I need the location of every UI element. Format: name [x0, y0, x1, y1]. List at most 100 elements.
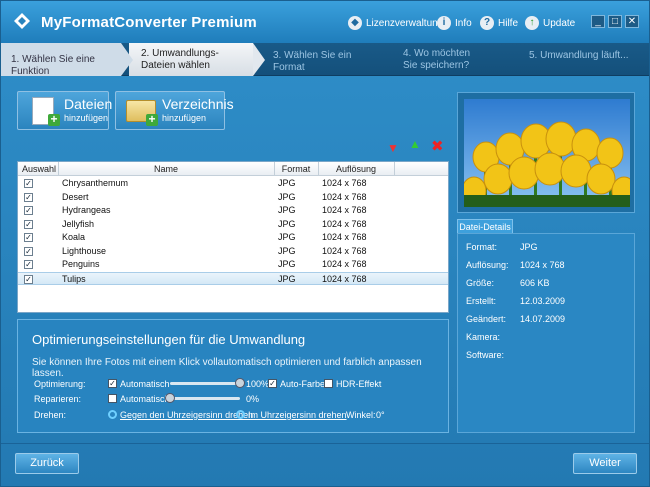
row-resolution: 1024 x 768: [322, 178, 367, 188]
add-files-button[interactable]: + Dateien hinzufügen: [17, 91, 113, 130]
table-row[interactable]: ✓ Koala JPG 1024 x 768: [18, 231, 448, 244]
footer-divider: [1, 443, 649, 444]
rotate-ccw-link[interactable]: Gegen den Uhrzeigersinn drehen: [120, 410, 253, 420]
repair-label: Reparieren:: [34, 394, 82, 404]
row-checkbox[interactable]: ✓: [24, 219, 33, 229]
license-label: Lizenzverwaltung: [366, 17, 444, 29]
repair-auto-checkbox[interactable]: [108, 394, 117, 403]
row-checkbox[interactable]: ✓: [24, 260, 33, 269]
wizard-steps: 1. Wählen Sie eine Funktion 2. Umwandlun…: [1, 43, 649, 77]
key-icon: ◆: [348, 16, 362, 30]
optimize-label: Optimierung:: [34, 379, 86, 389]
header-select[interactable]: Auswahl: [22, 164, 56, 174]
repair-slider-knob[interactable]: [165, 393, 175, 403]
table-row[interactable]: ✓ Tulips JPG 1024 x 768: [18, 271, 448, 285]
row-resolution: 1024 x 768: [322, 191, 367, 202]
optimize-value: 100%: [246, 379, 270, 389]
step-2[interactable]: 2. Umwandlungs-Dateien wählen: [129, 43, 265, 76]
header-name[interactable]: Name: [58, 164, 274, 174]
update-link[interactable]: ↑ Update: [525, 16, 575, 30]
step-3[interactable]: 3. Wählen Sie ein Format: [263, 43, 383, 76]
row-checkbox[interactable]: ✓: [24, 274, 33, 284]
detail-key: Kamera:: [466, 332, 501, 342]
preview-frame: [457, 92, 635, 213]
step-4[interactable]: 4. Wo möchten Sie speichern?: [393, 43, 503, 76]
repair-auto-label: Automatisch: [120, 394, 170, 404]
row-checkbox[interactable]: ✓: [24, 246, 33, 256]
row-resolution: 1024 x 768: [322, 259, 367, 269]
add-folder-button[interactable]: + Verzeichnis hinzufügen: [115, 91, 234, 130]
detail-value: 14.07.2009: [520, 314, 566, 324]
table-header: Auswahl Name Format Auflösung: [18, 162, 448, 176]
row-name: Penguins: [62, 259, 100, 269]
add-files-label: Dateien: [64, 96, 113, 112]
help-link[interactable]: ? Hilfe: [480, 16, 518, 30]
step-label: 1. Wählen Sie eine Funktion: [11, 54, 95, 77]
repair-slider[interactable]: [170, 397, 240, 400]
row-name: Jellyfish: [62, 218, 95, 229]
close-button[interactable]: ✕: [625, 15, 639, 28]
header-resolution[interactable]: Auflösung: [318, 164, 394, 174]
detail-key: Geändert:: [466, 314, 507, 324]
info-link[interactable]: i Info: [437, 16, 472, 30]
detail-key: Erstellt:: [466, 296, 497, 306]
row-checkbox[interactable]: ✓: [24, 233, 33, 242]
hdr-checkbox[interactable]: [324, 379, 333, 388]
minimize-button[interactable]: _: [591, 15, 605, 28]
add-folder-label: Verzeichnis: [162, 96, 234, 112]
row-resolution: 1024 x 768: [322, 232, 367, 242]
optimize-auto-label: Automatisch: [120, 379, 170, 389]
optimization-panel: Optimierungseinstellungen für die Umwand…: [17, 319, 449, 433]
next-button[interactable]: Weiter: [573, 453, 637, 474]
row-name: Koala: [62, 232, 86, 242]
move-up-icon[interactable]: ▲: [409, 137, 421, 151]
delete-icon[interactable]: ✖: [431, 137, 444, 155]
maximize-button[interactable]: □: [608, 15, 622, 28]
optimize-slider[interactable]: [170, 382, 240, 385]
table-row[interactable]: ✓ Hydrangeas JPG 1024 x 768: [18, 204, 448, 217]
step-1[interactable]: 1. Wählen Sie eine Funktion: [1, 43, 133, 77]
table-row[interactable]: ✓ Penguins JPG 1024 x 768: [18, 258, 448, 271]
rotate-cw-link[interactable]: Im Uhrzeigersinn drehen: [248, 410, 347, 420]
window-controls: _ □ ✕: [591, 15, 639, 28]
step-5[interactable]: 5. Umwandlung läuft...: [519, 43, 643, 76]
optimize-auto-checkbox[interactable]: ✓: [108, 379, 117, 388]
row-name: Desert: [62, 191, 89, 202]
row-format: JPG: [278, 205, 296, 215]
angle-value: 0°: [376, 410, 385, 420]
detail-value: 606 KB: [520, 278, 550, 288]
move-down-icon[interactable]: ▼: [387, 141, 399, 155]
optimization-description: Sie können Ihre Fotos mit einem Klick vo…: [32, 357, 422, 379]
details-panel: Format: JPG Auflösung: 1024 x 768 Größe: 606 …: [457, 233, 635, 433]
row-name: Lighthouse: [62, 245, 107, 256]
back-button[interactable]: Zurück: [15, 453, 79, 474]
row-resolution: 1024 x 768: [322, 218, 367, 229]
license-link[interactable]: ◆ Lizenzverwaltung: [348, 16, 443, 30]
hdr-label: HDR-Effekt: [336, 379, 382, 389]
table-row[interactable]: ✓ Chrysanthemum JPG 1024 x 768: [18, 177, 448, 190]
auto-color-label: Auto-Farbe: [280, 379, 326, 389]
step-label: 4. Wo möchten Sie speichern?: [403, 48, 471, 71]
table-row[interactable]: ✓ Desert JPG 1024 x 768: [18, 191, 448, 204]
row-format: JPG: [278, 245, 296, 256]
details-tab[interactable]: Datei-Details: [457, 219, 513, 233]
row-format: JPG: [278, 178, 296, 188]
auto-color-checkbox[interactable]: ✓: [268, 379, 277, 388]
row-format: JPG: [278, 218, 296, 229]
table-row[interactable]: ✓ Jellyfish JPG 1024 x 768: [18, 218, 448, 231]
row-name: Chrysanthemum: [62, 178, 129, 188]
row-checkbox[interactable]: ✓: [24, 179, 33, 188]
info-label: Info: [455, 17, 472, 29]
rotate-cw-icon: [236, 410, 245, 419]
header-format[interactable]: Format: [274, 164, 318, 174]
row-format: JPG: [278, 232, 296, 242]
detail-key: Auflösung:: [466, 260, 509, 270]
row-resolution: 1024 x 768: [322, 205, 367, 215]
table-row[interactable]: ✓ Lighthouse JPG 1024 x 768: [18, 245, 448, 258]
row-resolution: 1024 x 768: [322, 273, 367, 284]
row-checkbox[interactable]: ✓: [24, 206, 33, 215]
row-name: Tulips: [62, 273, 86, 284]
angle-label: Winkel:: [346, 410, 376, 420]
optimize-slider-knob[interactable]: [235, 378, 245, 388]
row-checkbox[interactable]: ✓: [24, 192, 33, 202]
